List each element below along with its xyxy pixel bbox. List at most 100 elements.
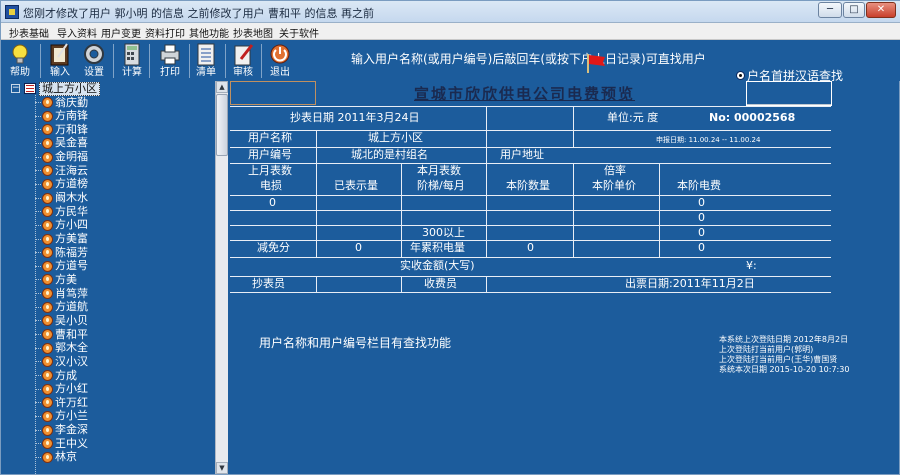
tree-root[interactable]: − 城上方小区 bbox=[11, 81, 100, 96]
tree-item-label: 曹和平 bbox=[55, 327, 88, 341]
tree-item[interactable]: 肖笃萍 bbox=[35, 287, 88, 300]
hdr-tier-price: 本阶单价 bbox=[592, 179, 636, 192]
report-title: 宣城市欣欣供电公司电费预览 bbox=[414, 85, 636, 103]
input-button[interactable]: 输入 bbox=[42, 41, 78, 80]
tree-connector bbox=[35, 183, 41, 185]
cell-last-reading[interactable]: 0 bbox=[269, 197, 276, 209]
hdr-this-reading: 本月表数 bbox=[417, 164, 461, 177]
tree-item[interactable]: 曹和平 bbox=[35, 328, 88, 341]
menu-item-meter-base[interactable]: 抄表基础 bbox=[9, 25, 49, 40]
minimize-button[interactable]: ─ bbox=[818, 2, 842, 18]
menu-item-print[interactable]: 资料打印 bbox=[145, 25, 185, 40]
tree-item[interactable]: 吴金喜 bbox=[35, 137, 88, 150]
tree-item-label: 方道榜 bbox=[55, 177, 88, 191]
help-button[interactable]: 帮助 bbox=[2, 41, 38, 80]
tree-connector bbox=[35, 320, 41, 322]
total-label: 实收金额(大写) bbox=[400, 259, 475, 272]
title-bar: 您刚才修改了用户 郭小明 的信息 之前修改了用户 曹和平 的信息 再之前 ─ □… bbox=[1, 1, 900, 23]
tree-item[interactable]: 金明福 bbox=[35, 151, 88, 164]
user-icon bbox=[42, 383, 53, 395]
tree-item[interactable]: 林京 bbox=[35, 451, 77, 464]
user-icon bbox=[42, 451, 53, 463]
user-icon bbox=[42, 274, 53, 286]
tree-connector bbox=[35, 375, 41, 376]
bill-number: No: 00002568 bbox=[709, 111, 796, 124]
tree-item[interactable]: 方民华 bbox=[35, 205, 88, 218]
tree-item[interactable]: 万和锋 bbox=[35, 123, 88, 136]
sysinfo-line: 系统本次日期 2015-10-20 10:7:30 bbox=[719, 365, 850, 374]
tree-item[interactable]: 方小四 bbox=[35, 219, 88, 232]
tree-item-label: 方民华 bbox=[55, 204, 88, 218]
radio-icon[interactable] bbox=[736, 71, 745, 80]
tree-item[interactable]: 方成 bbox=[35, 369, 77, 382]
scroll-down-icon[interactable]: ▼ bbox=[216, 462, 228, 474]
grid-line bbox=[316, 130, 317, 163]
calc-button[interactable]: 计算 bbox=[114, 41, 150, 80]
tree-item-label: 阚木水 bbox=[55, 191, 88, 205]
tree-item[interactable]: 方美 bbox=[35, 273, 77, 286]
tree-item[interactable]: 郭木全 bbox=[35, 342, 88, 355]
tree-item[interactable]: 方美富 bbox=[35, 233, 88, 246]
scroll-thumb[interactable] bbox=[216, 94, 228, 156]
tree-item[interactable]: 方小兰 bbox=[35, 410, 88, 423]
settings-button[interactable]: 设置 bbox=[76, 41, 112, 80]
tree-item[interactable]: 汪海云 bbox=[35, 164, 88, 177]
tree-connector bbox=[35, 170, 41, 172]
grid-line bbox=[230, 163, 831, 164]
meter-date: 抄表日期 2011年3月24日 bbox=[290, 111, 420, 124]
menu-item-map[interactable]: 抄表地图 bbox=[233, 25, 273, 40]
tree-item-label: 方道号 bbox=[55, 259, 88, 273]
user-no-value[interactable]: 城北的是村组名 bbox=[351, 149, 428, 161]
tree-item[interactable]: 李金深 bbox=[35, 424, 88, 437]
tree-item[interactable]: 陈福芳 bbox=[35, 246, 88, 259]
address-label: 用户地址 bbox=[500, 148, 544, 161]
menu-item-about[interactable]: 关于软件 bbox=[279, 25, 319, 40]
tree-item[interactable]: 阚木水 bbox=[35, 192, 88, 205]
list-button[interactable]: 清单 bbox=[188, 41, 224, 80]
menu-item-other[interactable]: 其他功能 bbox=[189, 25, 229, 40]
toolbar-separator bbox=[149, 44, 150, 78]
collapse-icon[interactable]: − bbox=[11, 84, 20, 93]
maximize-button[interactable]: □ bbox=[843, 2, 865, 18]
user-icon bbox=[42, 97, 53, 108]
hdr-tier-fee: 本阶电费 bbox=[677, 179, 721, 192]
tree-item[interactable]: 方道号 bbox=[35, 260, 88, 273]
tree-item[interactable]: 汉小汉 bbox=[35, 355, 88, 368]
cell-annual-label: 年累积电量 bbox=[410, 241, 465, 254]
user-icon bbox=[42, 288, 53, 300]
toolbar-separator bbox=[40, 44, 41, 78]
sysinfo-line: 本系统上次登陆日期 2012年8月2日 bbox=[719, 335, 849, 344]
tree-connector bbox=[35, 197, 41, 199]
tree-item[interactable]: 方南锋 bbox=[35, 110, 88, 123]
close-button[interactable]: ✕ bbox=[866, 2, 896, 18]
cell-reduction-value[interactable]: 0 bbox=[355, 242, 362, 254]
tree-root-label[interactable]: 城上方小区 bbox=[39, 81, 100, 96]
user-icon bbox=[42, 356, 53, 368]
tree-connector bbox=[35, 224, 41, 226]
tree-scrollbar[interactable]: ▲ ▼ bbox=[215, 81, 228, 474]
user-icon bbox=[42, 397, 53, 409]
print-button[interactable]: 打印 bbox=[152, 41, 188, 80]
exit-button[interactable]: 退出 bbox=[262, 41, 298, 80]
tree-item[interactable]: 方道榜 bbox=[35, 178, 88, 191]
tree-item[interactable]: 方道航 bbox=[35, 301, 88, 314]
tree-item[interactable]: 翁庆勤 bbox=[35, 96, 88, 109]
user-name-value[interactable]: 城上方小区 bbox=[368, 132, 423, 144]
app-window: 您刚才修改了用户 郭小明 的信息 之前修改了用户 曹和平 的信息 再之前 ─ □… bbox=[0, 0, 900, 475]
tree-item[interactable]: 许万红 bbox=[35, 396, 88, 409]
menu-item-user-change[interactable]: 用户变更 bbox=[101, 25, 141, 40]
menu-item-import[interactable]: 导入资料 bbox=[57, 25, 97, 40]
tree-connector bbox=[35, 293, 41, 295]
review-button[interactable]: 审核 bbox=[225, 41, 261, 80]
tree-connector bbox=[35, 347, 41, 349]
cell-tier-range: 300以上 bbox=[422, 226, 465, 239]
tree-item[interactable]: 王中义 bbox=[35, 437, 88, 450]
scroll-up-icon[interactable]: ▲ bbox=[216, 81, 228, 93]
tree-item-label: 王中义 bbox=[55, 436, 88, 450]
meter-reader-label: 抄表员 bbox=[252, 277, 285, 290]
tree-connector bbox=[35, 443, 41, 445]
flag-icon bbox=[587, 54, 605, 73]
edit-icon bbox=[230, 42, 256, 67]
tree-item[interactable]: 方小红 bbox=[35, 383, 88, 396]
tree-item[interactable]: 吴小贝 bbox=[35, 314, 88, 327]
